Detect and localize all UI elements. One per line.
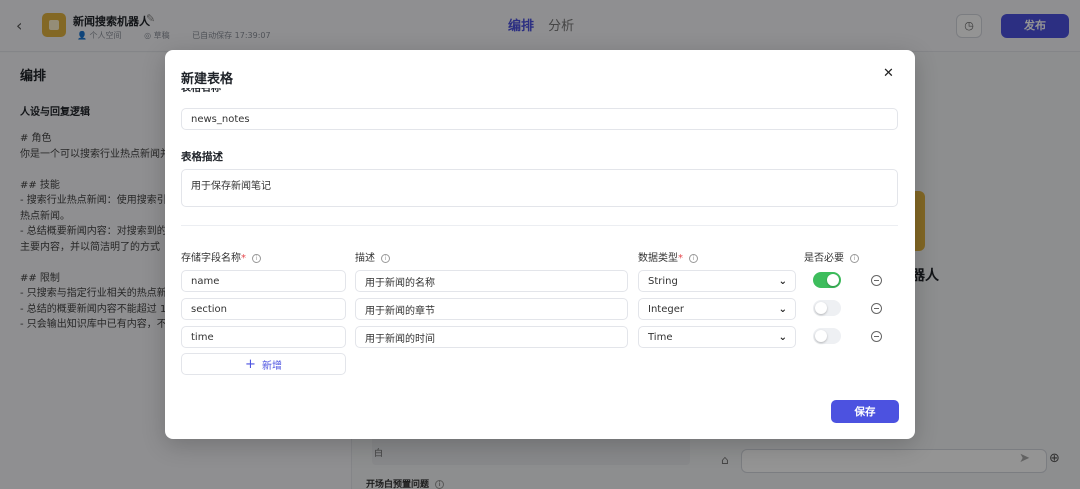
new-table-dialog: 新建表格 ✕ 表格名称 news_notes 表格描述 用于保存新闻笔记 存储字… [165, 50, 915, 439]
col-field-name: 存储字段名称* i [181, 249, 261, 264]
required-toggle[interactable] [813, 300, 841, 316]
field-description-input[interactable]: 用于新闻的名称 [355, 270, 628, 292]
chevron-down-icon: ⌄ [778, 332, 787, 343]
plus-icon: + [245, 356, 256, 372]
dialog-title: 新建表格 [181, 72, 234, 87]
data-type-select[interactable]: Time ⌄ [638, 326, 796, 348]
field-description-input[interactable]: 用于新闻的时间 [355, 326, 628, 348]
field-name-input[interactable]: name [181, 270, 346, 292]
remove-row-icon[interactable] [871, 275, 882, 286]
data-type-select[interactable]: Integer ⌄ [638, 298, 796, 320]
close-icon[interactable]: ✕ [883, 66, 894, 81]
info-icon: i [689, 253, 698, 263]
toggle-knob [827, 274, 839, 286]
field-description-input[interactable]: 用于新闻的章节 [355, 298, 628, 320]
add-field-button[interactable]: + 新增 [181, 353, 346, 375]
table-name-label: 表格名称 [181, 88, 221, 94]
col-data-type: 数据类型* i [638, 249, 698, 264]
col-description: 描述 i [355, 249, 390, 264]
field-name-input[interactable]: time [181, 326, 346, 348]
table-description-label: 表格描述 [181, 151, 223, 163]
toggle-knob [815, 330, 827, 342]
divider [181, 225, 898, 226]
remove-row-icon[interactable] [871, 303, 882, 314]
field-name-input[interactable]: section [181, 298, 346, 320]
remove-row-icon[interactable] [871, 331, 882, 342]
toggle-knob [815, 302, 827, 314]
data-type-select[interactable]: String ⌄ [638, 270, 796, 292]
save-button[interactable]: 保存 [831, 400, 899, 423]
table-description-input[interactable]: 用于保存新闻笔记 [181, 169, 898, 207]
col-required: 是否必要 i [804, 249, 859, 264]
info-icon: i [252, 253, 261, 263]
required-toggle[interactable] [813, 328, 841, 344]
table-name-input[interactable]: news_notes [181, 108, 898, 130]
info-icon: i [381, 253, 390, 263]
chevron-down-icon: ⌄ [778, 276, 787, 287]
required-toggle[interactable] [813, 272, 841, 288]
chevron-down-icon: ⌄ [778, 304, 787, 315]
info-icon: i [850, 253, 859, 263]
